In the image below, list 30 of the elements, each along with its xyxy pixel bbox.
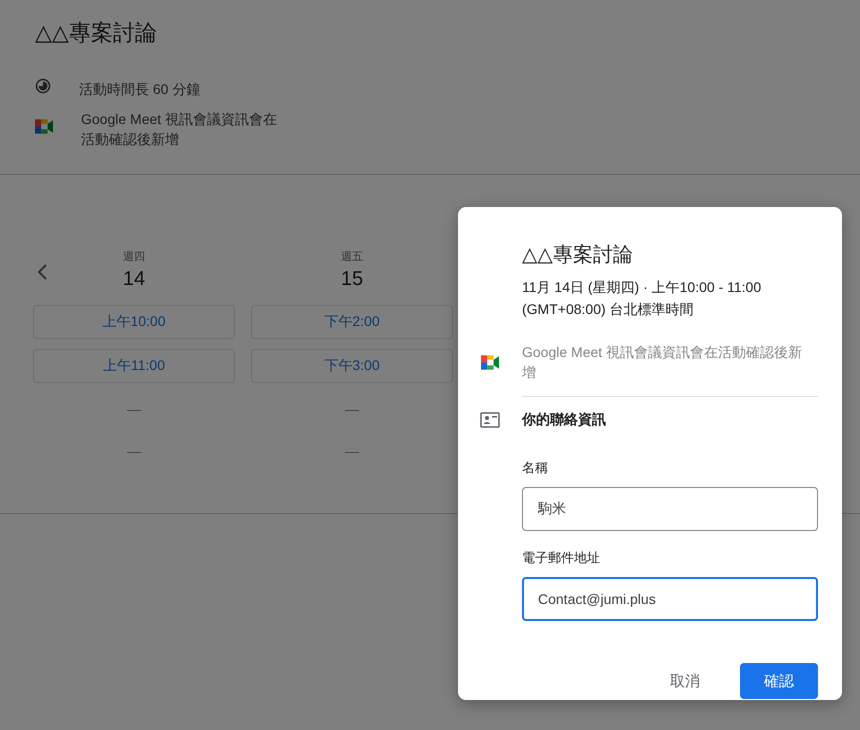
event-date-time: 11月 14日 (星期四) · 上午10:00 - 11:00 [522,278,762,297]
event-info-text: Google Meet 視訊會議資訊會在活動確認後新增 [81,110,278,149]
field-label: 電子郵件地址 [522,549,601,567]
time-slot-button[interactable]: 下午3:00 [251,349,453,383]
no-slot-dash: — [127,400,141,419]
video-call-icon [481,354,499,370]
time-slot-button[interactable]: 上午11:00 [33,349,235,383]
date-number: 14 [122,268,146,291]
chevron-left-icon[interactable] [36,263,48,281]
confirm-button[interactable]: 確認 [740,663,818,699]
meet-note: Google Meet 視訊會議資訊會在活動確認後新增 [522,343,804,382]
text-input-field[interactable]: 駒米 [522,487,818,531]
field-label: 名稱 [522,459,549,477]
text-input-field[interactable]: Contact@jumi.plus [522,577,818,621]
event-title: △△專案討論 [35,19,158,47]
video-call-icon [35,119,53,134]
date-number: 15 [340,268,364,291]
weekday-label: 週五 [341,250,363,264]
time-slot-button[interactable]: 上午10:00 [33,305,235,339]
contact-card-icon [480,412,500,428]
no-slot-dash: — [345,442,359,461]
time-slot-button[interactable]: 下午2:00 [251,305,453,339]
event-info-text: 活動時間長 60 分鐘 [79,80,200,98]
section-heading: 你的聯絡資訊 [522,411,606,429]
weekday-label: 週四 [123,250,145,264]
event-timezone: (GMT+08:00) 台北標準時間 [522,300,695,319]
clock-icon [35,78,51,94]
no-slot-dash: — [345,400,359,419]
dialog-title: △△專案討論 [522,243,634,268]
no-slot-dash: — [127,442,141,461]
